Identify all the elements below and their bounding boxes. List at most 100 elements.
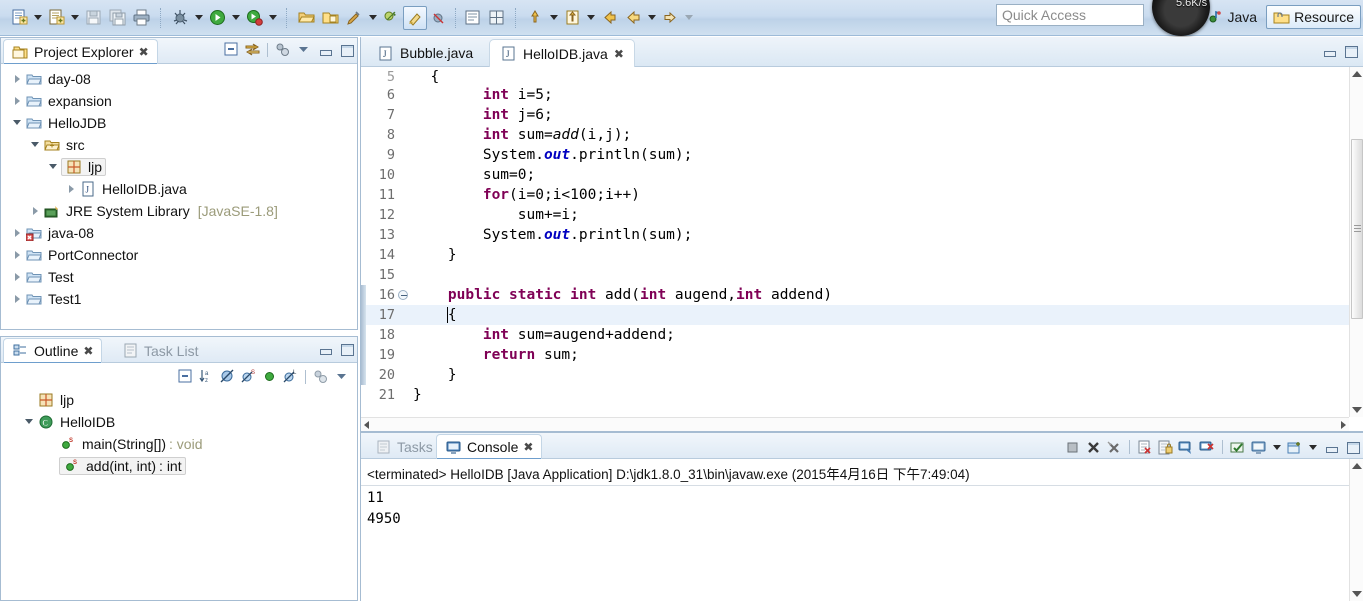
tab-console[interactable]: Console ✖ xyxy=(436,434,543,459)
chevron-down-icon[interactable] xyxy=(23,415,37,429)
code-line[interactable]: 12 sum+=i; xyxy=(361,205,1349,225)
code-line[interactable]: 15 xyxy=(361,265,1349,285)
minimize-icon[interactable] xyxy=(315,339,334,358)
new-wizard-icon[interactable] xyxy=(7,6,31,30)
link-with-editor-icon[interactable] xyxy=(243,40,262,59)
scroll-left-icon[interactable] xyxy=(364,421,369,429)
close-icon[interactable]: ✖ xyxy=(83,345,93,357)
minimize-icon[interactable] xyxy=(315,40,334,59)
chevron-down-icon[interactable] xyxy=(1306,435,1319,459)
tree-item[interactable]: java-08 xyxy=(1,222,357,244)
tab-outline[interactable]: Outline ✖ xyxy=(3,338,103,363)
tree-item[interactable]: Smain(String[]): void xyxy=(1,433,357,455)
hide-non-public-icon[interactable] xyxy=(260,367,279,386)
scroll-up-icon[interactable] xyxy=(1352,463,1362,469)
view-menu-icon[interactable] xyxy=(294,40,313,59)
tree-item[interactable]: JRE System Library [JavaSE-1.8] xyxy=(1,200,357,222)
chevron-right-icon[interactable] xyxy=(11,226,25,240)
minimize-icon[interactable] xyxy=(1319,41,1338,60)
show-console-icon[interactable] xyxy=(1249,438,1268,457)
minimize-icon[interactable] xyxy=(1321,438,1340,457)
remove-all-terminated-icon[interactable] xyxy=(1105,438,1124,457)
print-icon[interactable] xyxy=(129,6,153,30)
tree-item[interactable]: Test xyxy=(1,266,357,288)
new-java-class-icon[interactable] xyxy=(44,6,68,30)
maximize-icon[interactable] xyxy=(1340,41,1359,60)
tree-item[interactable]: J HelloIDB.java xyxy=(1,178,357,200)
new-java-project-icon[interactable] xyxy=(460,6,484,30)
last-edit-location-icon[interactable] xyxy=(523,6,547,30)
maximize-icon[interactable] xyxy=(336,40,355,59)
chevron-right-icon[interactable] xyxy=(11,270,25,284)
outline-tree[interactable]: ljp C HelloIDB Smain(String[]): void Sadd(in… xyxy=(1,389,357,477)
scroll-down-icon[interactable] xyxy=(1352,407,1362,413)
chevron-right-icon[interactable] xyxy=(11,292,25,306)
hide-local-types-icon[interactable]: L xyxy=(281,367,300,386)
chevron-down-icon[interactable] xyxy=(682,6,695,30)
run-icon[interactable] xyxy=(205,6,229,30)
chevron-right-icon[interactable] xyxy=(29,204,43,218)
code-line[interactable]: 14 } xyxy=(361,245,1349,265)
run-external-tools-icon[interactable] xyxy=(242,6,266,30)
console-vertical-scrollbar[interactable] xyxy=(1349,459,1363,601)
project-explorer-tree[interactable]: day-08 expansion HelloJDB src ljp J HelloIDB.j… xyxy=(1,64,357,310)
chevron-right-icon[interactable] xyxy=(11,248,25,262)
editor-vertical-scrollbar[interactable] xyxy=(1349,67,1363,417)
new-package-icon[interactable] xyxy=(484,6,508,30)
new-console-view-icon[interactable] xyxy=(1285,438,1304,457)
code-line[interactable]: 17 { xyxy=(361,305,1349,325)
quick-access-input[interactable]: Quick Access xyxy=(996,4,1144,26)
chevron-down-icon[interactable] xyxy=(47,160,61,174)
chevron-down-icon[interactable] xyxy=(547,6,560,30)
chevron-down-icon[interactable] xyxy=(584,6,597,30)
editor-tab-helloidb[interactable]: J HelloIDB.java ✖ xyxy=(489,39,635,67)
tab-task-list[interactable]: Task List xyxy=(114,338,206,363)
code-line[interactable]: 10 sum=0; xyxy=(361,165,1349,185)
code-line[interactable]: 7 int j=6; xyxy=(361,105,1349,125)
tree-item[interactable]: HelloJDB xyxy=(1,112,357,134)
tree-item[interactable]: PortConnector xyxy=(1,244,357,266)
toggle-mark-occurrences-icon[interactable] xyxy=(403,5,427,30)
next-annotation-icon[interactable] xyxy=(379,6,403,30)
terminate-icon[interactable] xyxy=(1063,438,1082,457)
code-line[interactable]: 8 int sum=add(i,j); xyxy=(361,125,1349,145)
chevron-right-icon[interactable] xyxy=(65,182,79,196)
tree-item[interactable]: C HelloIDB xyxy=(1,411,357,433)
chevron-down-icon[interactable] xyxy=(366,6,379,30)
code-line[interactable]: 18 int sum=augend+addend; xyxy=(361,325,1349,345)
display-selected-console-icon[interactable] xyxy=(1198,438,1217,457)
tree-item[interactable]: ljp xyxy=(1,389,357,411)
code-line[interactable]: 20 } xyxy=(361,365,1349,385)
forward-to-editor-icon[interactable] xyxy=(560,6,584,30)
chevron-down-icon[interactable] xyxy=(1270,435,1283,459)
tree-item[interactable]: ljp xyxy=(1,156,357,178)
editor-horizontal-scrollbar[interactable] xyxy=(361,417,1349,431)
tree-item[interactable]: Sadd(int, int): int xyxy=(1,455,357,477)
maximize-icon[interactable] xyxy=(1342,438,1361,457)
chevron-down-icon[interactable] xyxy=(29,138,43,152)
tab-project-explorer[interactable]: Project Explorer ✖ xyxy=(3,39,158,64)
forward-icon[interactable] xyxy=(658,6,682,30)
tab-tasks[interactable]: Tasks xyxy=(367,434,441,459)
chevron-down-icon[interactable] xyxy=(31,6,44,30)
hide-static-icon[interactable]: S xyxy=(239,367,258,386)
pin-console-icon[interactable] xyxy=(1177,438,1196,457)
code-lines[interactable]: 5 {6 int i=5; 7 int j=6; 8 int sum=add(i,j… xyxy=(361,67,1349,417)
save-all-icon[interactable] xyxy=(105,6,129,30)
clear-console-icon[interactable] xyxy=(1135,438,1154,457)
scroll-down-icon[interactable] xyxy=(1352,591,1362,597)
code-line[interactable]: 13 System.out.println(sum); xyxy=(361,225,1349,245)
tree-item[interactable]: day-08 xyxy=(1,68,357,90)
code-line[interactable]: 21} xyxy=(361,385,1349,405)
skip-all-breakpoints-icon[interactable] xyxy=(427,6,451,30)
chevron-down-icon[interactable] xyxy=(11,116,25,130)
maximize-icon[interactable] xyxy=(336,339,355,358)
code-line[interactable]: 16 public static int add(int augend,int … xyxy=(361,285,1349,305)
chevron-down-icon[interactable] xyxy=(266,6,279,30)
focus-on-active-task-icon[interactable] xyxy=(311,367,330,386)
sort-icon[interactable]: az xyxy=(197,367,216,386)
chevron-down-icon[interactable] xyxy=(229,6,242,30)
code-line[interactable]: 9 System.out.println(sum); xyxy=(361,145,1349,165)
scroll-lock-icon[interactable] xyxy=(1156,438,1175,457)
scroll-up-icon[interactable] xyxy=(1352,71,1362,77)
